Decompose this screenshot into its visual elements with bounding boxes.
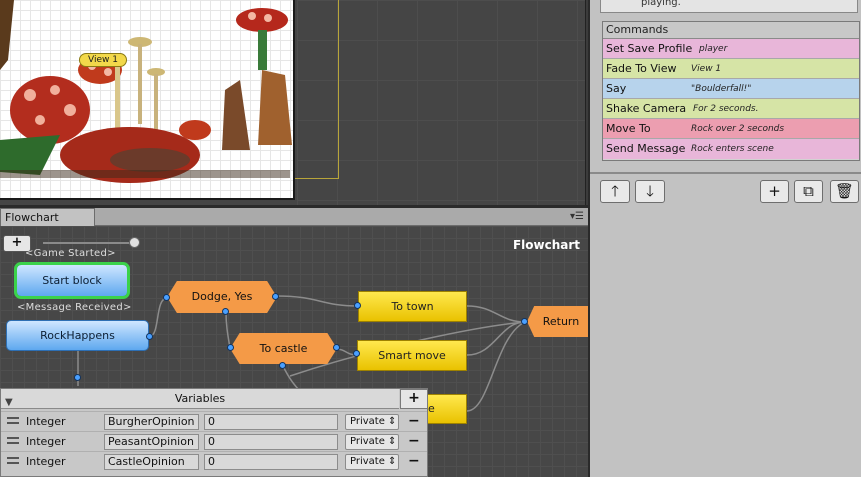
command-item[interactable]: Send Message Rock enters scene	[603, 139, 859, 159]
connection-dot	[272, 293, 279, 300]
variable-scope-select[interactable]: Private ⇕	[345, 414, 399, 430]
drag-handle-icon[interactable]	[7, 417, 19, 424]
trash-icon: 🗑	[834, 182, 855, 200]
variable-type: Integer	[26, 455, 66, 468]
command-summary: player	[699, 44, 728, 54]
duplicate-icon: ⧉	[803, 182, 814, 200]
variables-title: Variables	[174, 392, 226, 405]
variable-value-field[interactable]: 0	[204, 414, 338, 430]
move-up-button[interactable]: 🡑	[600, 180, 630, 203]
variable-scope-value: Private	[350, 436, 385, 447]
remove-variable-button[interactable]: −	[408, 413, 420, 429]
block-to-castle[interactable]: To castle	[230, 333, 337, 364]
drag-handle-icon[interactable]	[7, 437, 19, 444]
connection-dot	[222, 308, 229, 315]
variable-row: Integer CastleOpinion 0 Private ⇕ −	[1, 451, 427, 471]
game-view-frame: View 1	[0, 0, 295, 200]
arrow-up-icon: 🡑	[611, 182, 619, 200]
variables-header[interactable]: ▼ Variables	[1, 389, 399, 409]
command-summary: For 2 seconds.	[693, 104, 759, 114]
camera-bounds-vertical	[338, 0, 339, 178]
block-smart-move[interactable]: Smart move	[357, 340, 467, 371]
scene-grid	[297, 0, 585, 205]
tab-menu-icon[interactable]: ▾☰	[570, 211, 584, 222]
commands-header: Commands	[603, 22, 859, 39]
command-name: Shake Camera	[606, 102, 687, 115]
add-command-button[interactable]: +	[760, 180, 789, 203]
view-label-tag[interactable]: View 1	[79, 53, 127, 67]
flowchart-tab-bar: Flowchart ▾☰	[0, 208, 588, 226]
drag-handle-icon[interactable]	[7, 457, 19, 464]
variable-type: Integer	[26, 435, 66, 448]
variable-name-field[interactable]: PeasantOpinion	[104, 434, 199, 450]
command-name: Fade To View	[606, 62, 677, 75]
variables-panel: ▼ Variables + Integer BurgherOpinion 0 P…	[0, 388, 428, 477]
connection-dot	[163, 294, 170, 301]
variable-name-field[interactable]: CastleOpinion	[104, 454, 199, 470]
block-to-town[interactable]: To town	[358, 291, 467, 322]
variable-row: Integer PeasantOpinion 0 Private ⇕ −	[1, 431, 427, 451]
command-summary: Rock enters scene	[691, 144, 774, 154]
event-game-started: <Game Started>	[25, 248, 116, 259]
remove-variable-button[interactable]: −	[408, 453, 420, 469]
command-item[interactable]: Shake Camera For 2 seconds.	[603, 99, 859, 119]
add-variable-button[interactable]: +	[400, 389, 428, 409]
move-down-button[interactable]: 🡓	[635, 180, 665, 203]
block-description-box: playing.	[600, 0, 858, 13]
inspector-panel: playing. Commands Set Save Profile playe…	[588, 0, 861, 477]
plus-icon: +	[768, 182, 781, 200]
block-description-text: playing.	[641, 0, 681, 8]
command-summary: Rock over 2 seconds	[691, 124, 785, 134]
zoom-slider-handle[interactable]	[129, 237, 140, 248]
connection-dot	[521, 318, 528, 325]
command-name: Say	[606, 82, 627, 95]
variable-type: Integer	[26, 415, 66, 428]
variable-value-field[interactable]: 0	[204, 454, 338, 470]
command-item[interactable]: Say "Boulderfall!"	[603, 79, 859, 99]
tab-flowchart[interactable]: Flowchart	[0, 208, 95, 226]
duplicate-command-button[interactable]: ⧉	[794, 180, 823, 203]
inspector-divider	[590, 172, 861, 174]
connection-dot	[333, 344, 340, 351]
connection-dot	[74, 374, 81, 381]
scene-view[interactable]: View 1	[0, 0, 586, 205]
block-return[interactable]: Return	[527, 306, 588, 337]
variable-scope-select[interactable]: Private ⇕	[345, 454, 399, 470]
camera-bounds-horizontal	[295, 178, 339, 179]
zoom-slider-track[interactable]	[43, 242, 137, 244]
mushroom-scene-illustration	[0, 0, 292, 183]
variable-value-field[interactable]: 0	[204, 434, 338, 450]
command-name: Set Save Profile	[606, 42, 693, 55]
command-item[interactable]: Fade To View View 1	[603, 59, 859, 79]
connection-dot	[146, 333, 153, 340]
command-item[interactable]: Set Save Profile player	[603, 39, 859, 59]
arrow-down-icon: 🡓	[646, 182, 654, 200]
connection-dot	[354, 302, 361, 309]
commands-list: Commands Set Save Profile player Fade To…	[602, 21, 860, 161]
block-rock-happens[interactable]: RockHappens	[6, 320, 149, 351]
flowchart-title: Flowchart	[512, 238, 580, 252]
block-start[interactable]: Start block	[14, 262, 130, 299]
command-summary: "Boulderfall!"	[691, 84, 752, 94]
variable-name-field[interactable]: BurgherOpinion	[104, 414, 199, 430]
connection-dot	[279, 362, 286, 369]
event-message-received: <Message Received>	[17, 302, 132, 313]
connection-dot	[353, 350, 360, 357]
variable-scope-select[interactable]: Private ⇕	[345, 434, 399, 450]
connection-dot	[227, 344, 234, 351]
variable-scope-value: Private	[350, 416, 385, 427]
command-name: Send Message	[606, 142, 686, 155]
command-item[interactable]: Move To Rock over 2 seconds	[603, 119, 859, 139]
collapse-arrow-icon[interactable]: ▼	[5, 393, 13, 412]
command-name: Move To	[606, 122, 651, 135]
command-summary: View 1	[691, 64, 722, 74]
remove-variable-button[interactable]: −	[408, 433, 420, 449]
variable-scope-value: Private	[350, 456, 385, 467]
variable-row: Integer BurgherOpinion 0 Private ⇕ −	[1, 411, 427, 431]
delete-command-button[interactable]: 🗑	[830, 180, 859, 203]
